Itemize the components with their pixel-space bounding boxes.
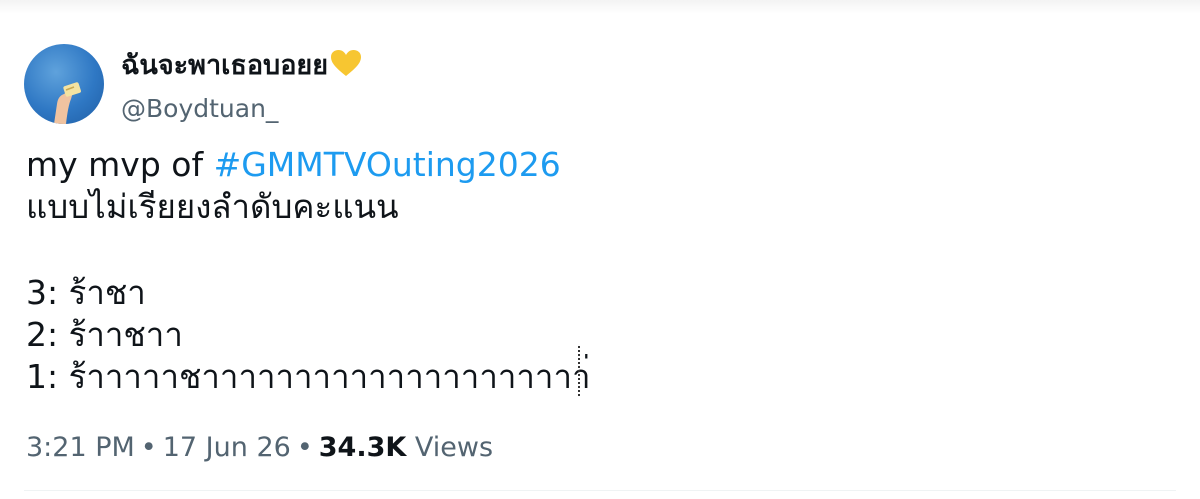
tweet-time[interactable]: 3:21 PM bbox=[26, 432, 135, 463]
tweet-rank-3: 3: ร้าชา bbox=[26, 273, 146, 312]
tweet-line-1-text: my mvp of bbox=[26, 145, 214, 184]
tweet-rank-1: 1: ร้าาาาาชาาาาาาาาาาาาาาาาาาาาา่ bbox=[26, 357, 591, 396]
tweet-rank-2: 2: ร้าาชาา bbox=[26, 315, 183, 354]
user-handle[interactable]: @Boydtuan_ bbox=[121, 91, 278, 127]
tweet[interactable]: ฉันจะพาเธอบอยย @Boydtuan_ my mvp of #GMM… bbox=[0, 0, 1200, 499]
tweet-date[interactable]: 17 Jun 26 bbox=[163, 432, 291, 463]
tweet-line-1: my mvp of #GMMTVOuting2026 bbox=[26, 144, 591, 186]
bottom-divider bbox=[24, 490, 1176, 491]
views-count: 34.3K bbox=[318, 432, 407, 463]
yellow-heart-icon bbox=[330, 49, 362, 89]
avatar[interactable] bbox=[24, 44, 104, 124]
tweet-line-2: แบบไม่เรียยงลำดับคะแนน bbox=[26, 187, 399, 226]
meta-separator: • bbox=[296, 432, 313, 463]
avatar-photo-icon bbox=[54, 82, 81, 124]
display-name[interactable]: ฉันจะพาเธอบอยย bbox=[121, 46, 362, 89]
meta-separator: • bbox=[140, 432, 157, 463]
tweet-text: my mvp of #GMMTVOuting2026 แบบไม่เรียยงล… bbox=[26, 144, 591, 398]
text-cursor-mark bbox=[578, 346, 580, 396]
display-name-text: ฉันจะพาเธอบอยย bbox=[121, 50, 329, 81]
hashtag-link[interactable]: #GMMTVOuting2026 bbox=[214, 145, 561, 184]
views-label: Views bbox=[414, 432, 494, 463]
tweet-meta: 3:21 PM • 17 Jun 26 • 34.3K Views bbox=[26, 428, 493, 468]
